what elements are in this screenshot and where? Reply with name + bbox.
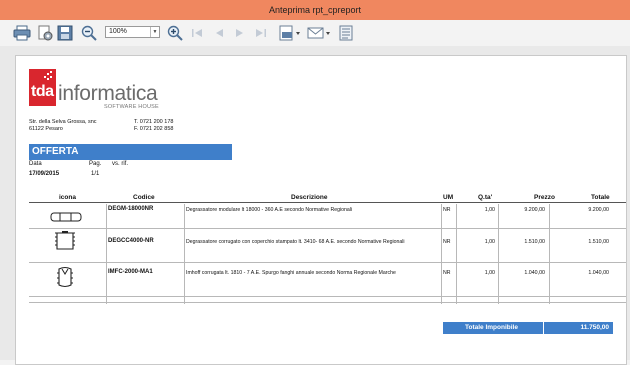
column-divider <box>441 204 442 304</box>
column-divider <box>498 204 499 304</box>
zoom-select[interactable]: 100% ▼ <box>105 26 160 38</box>
row-divider <box>29 296 626 297</box>
zoom-in-icon[interactable] <box>166 24 184 42</box>
header-rule <box>29 202 626 203</box>
row-qty: 1,00 <box>484 270 495 276</box>
row-total: 1.040,00 <box>588 270 609 276</box>
page-value: 1/1 <box>91 171 100 177</box>
row-total: 9.200,00 <box>588 207 609 213</box>
row-description: Degrassatore modulare lt 18000 - 360 A.E… <box>186 207 353 213</box>
chevron-down-icon[interactable]: ▼ <box>150 27 159 37</box>
column-divider <box>456 204 457 304</box>
previous-page-icon[interactable] <box>212 24 226 42</box>
logo-tagline: SOFTWARE HOUSE <box>104 104 159 110</box>
header-um: UM <box>443 194 454 201</box>
print-icon[interactable] <box>12 24 32 42</box>
page-label: Pag. <box>89 161 102 167</box>
row-price: 9.200,00 <box>524 207 545 213</box>
zoom-out-icon[interactable] <box>80 24 98 42</box>
row-divider <box>29 228 626 229</box>
logo-mark: tda <box>31 83 54 100</box>
row-um: NR <box>443 270 451 276</box>
row-divider <box>29 262 626 263</box>
column-divider <box>184 204 185 304</box>
row-description: Imhoff corrugata lt. 1810 - 7 A.E. Spurg… <box>186 270 396 276</box>
toolbar <box>0 20 630 46</box>
row-price: 1.510,00 <box>524 239 545 245</box>
window-title: Anteprima rpt_cpreport <box>0 0 630 20</box>
ref-label: vs. rif. <box>112 161 128 167</box>
document-icon[interactable] <box>338 24 354 42</box>
save-icon[interactable] <box>56 24 74 42</box>
next-page-icon[interactable] <box>233 24 247 42</box>
header-qty: Q.ta' <box>478 194 493 201</box>
column-divider <box>549 204 550 304</box>
document-type: OFFERTA <box>29 144 232 160</box>
date-value: 17/09/2015 <box>29 171 60 177</box>
column-divider <box>106 204 107 304</box>
logo-name: informatica <box>58 82 158 105</box>
totals-divider <box>543 322 544 334</box>
header-total: Totale <box>591 194 610 201</box>
row-um: NR <box>443 207 451 213</box>
address-line2: 61122 Pesaro <box>29 126 63 132</box>
table-bottom-rule <box>29 302 626 303</box>
row-qty: 1,00 <box>484 239 495 245</box>
row-um: NR <box>443 239 451 245</box>
row-code: IMFC-2000-MA1 <box>108 269 153 275</box>
last-page-icon[interactable] <box>254 24 268 42</box>
row-code: DEGM-18000NR <box>108 206 154 212</box>
grease-separator-modular-icon <box>50 212 82 222</box>
email-icon[interactable] <box>306 24 332 42</box>
logo-dots-icon <box>44 71 52 80</box>
report-page: tda informatica SOFTWARE HOUSE Str. dell… <box>15 55 627 365</box>
row-description: Degrassatore corrugato con coperchio sta… <box>186 239 405 245</box>
header-icon: icona <box>59 194 76 201</box>
zoom-value: 100% <box>109 28 127 35</box>
page-setup-icon[interactable] <box>36 24 54 42</box>
totals-box: Totale Imponibile 11.750,00 <box>443 322 613 334</box>
totals-value: 11.750,00 <box>580 324 609 331</box>
row-qty: 1,00 <box>484 207 495 213</box>
totals-label: Totale Imponibile <box>465 324 518 331</box>
address-line1: Str. della Selva Grossa, snc <box>29 119 97 125</box>
export-icon[interactable] <box>278 24 302 42</box>
header-price: Prezzo <box>534 194 555 201</box>
row-code: DEGCC4000-NR <box>108 238 154 244</box>
first-page-icon[interactable] <box>190 24 204 42</box>
row-total: 1.510,00 <box>588 239 609 245</box>
fax: F. 0721 202 858 <box>134 126 174 132</box>
imhoff-tank-icon <box>57 266 73 288</box>
date-label: Data <box>29 161 42 167</box>
phone: T. 0721 200 178 <box>134 119 174 125</box>
grease-separator-corrugated-icon <box>55 231 75 250</box>
header-description: Descrizione <box>291 194 328 201</box>
row-price: 1.040,00 <box>524 270 545 276</box>
header-code: Codice <box>133 194 155 201</box>
